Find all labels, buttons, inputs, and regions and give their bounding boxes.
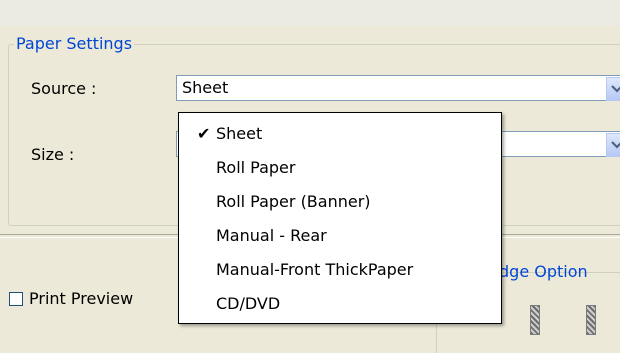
source-label: Source : — [31, 79, 97, 98]
source-option-roll-paper-banner[interactable]: Roll Paper (Banner) — [179, 185, 501, 219]
ink-cartridge-icon — [586, 305, 596, 335]
source-select[interactable]: Sheet — [176, 75, 620, 101]
print-preview-label[interactable]: Print Preview — [29, 289, 133, 309]
paper-settings-title: Paper Settings — [14, 34, 135, 54]
size-label: Size : — [31, 145, 75, 164]
source-option-cd-dvd[interactable]: CD/DVD — [179, 287, 501, 321]
checkmark-icon: ✔ — [197, 124, 211, 143]
source-option-manual-front-thickpaper[interactable]: Manual-Front ThickPaper — [179, 253, 501, 287]
source-select-value: Sheet — [182, 78, 229, 97]
source-option-manual-rear[interactable]: Manual - Rear — [179, 219, 501, 253]
source-option-sheet[interactable]: ✔ Sheet — [179, 117, 501, 151]
print-preview-checkbox[interactable] — [9, 292, 23, 306]
chevron-down-icon[interactable] — [606, 133, 620, 157]
chevron-down-icon[interactable] — [606, 77, 620, 101]
top-strip — [0, 0, 620, 26]
source-dropdown-list[interactable]: ✔ Sheet Roll Paper Roll Paper (Banner) M… — [178, 112, 502, 324]
ink-cartridge-icon — [530, 305, 540, 335]
source-option-roll-paper[interactable]: Roll Paper — [179, 151, 501, 185]
cartridge-option-title: ridge Option — [488, 262, 588, 281]
